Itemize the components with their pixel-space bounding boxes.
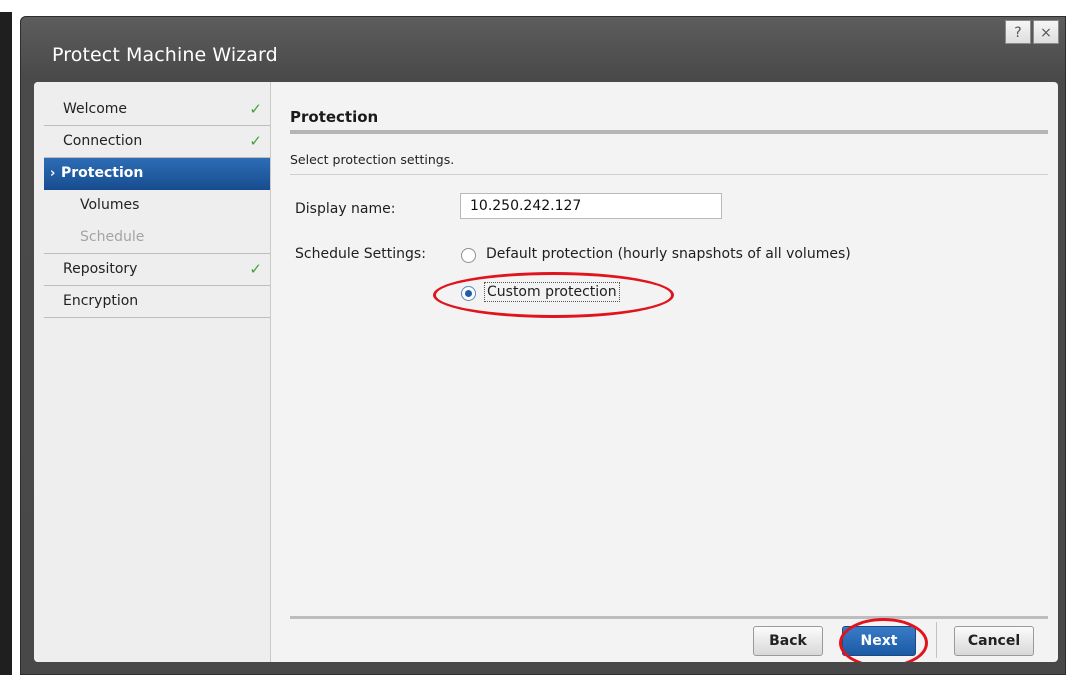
section-title: Protection [290, 108, 379, 126]
step-label: Encryption [63, 293, 139, 309]
step-label: Volumes [80, 197, 140, 213]
wizard-dialog: Protect Machine Wizard ? × Welcome ✓ Con… [20, 16, 1066, 675]
step-label: Schedule [80, 229, 145, 245]
step-connection[interactable]: Connection ✓ [44, 126, 270, 158]
close-button[interactable]: × [1033, 20, 1059, 44]
wizard-steps-sidebar: Welcome ✓ Connection ✓ › Protection Volum… [34, 82, 271, 662]
step-repository[interactable]: Repository ✓ [44, 254, 270, 286]
step-label: Protection [61, 165, 144, 181]
check-icon: ✓ [249, 260, 262, 278]
help-button[interactable]: ? [1005, 20, 1031, 44]
display-name-input[interactable] [460, 193, 722, 219]
background-dark-edge [0, 12, 12, 675]
dialog-title: Protect Machine Wizard [52, 44, 278, 66]
background-edge [0, 0, 12, 675]
step-label: Welcome [63, 101, 128, 117]
step-label: Connection [63, 133, 143, 149]
section-subtitle: Select protection settings. [290, 152, 455, 167]
custom-protection-radio[interactable] [461, 286, 476, 301]
steps-list: Welcome ✓ Connection ✓ › Protection Volum… [44, 94, 270, 318]
check-icon: ✓ [249, 132, 262, 150]
step-label: Repository [63, 261, 138, 277]
step-protection[interactable]: › Protection [44, 158, 270, 190]
step-schedule: Schedule [44, 222, 270, 254]
chevron-right-icon: › [50, 166, 56, 181]
step-content: Protection Select protection settings. D… [270, 82, 1058, 662]
footer-divider [290, 616, 1048, 619]
default-protection-radio[interactable] [461, 248, 476, 263]
schedule-settings-label: Schedule Settings: [295, 246, 426, 262]
next-button[interactable]: Next [842, 626, 916, 656]
display-name-label: Display name: [295, 201, 396, 217]
step-encryption[interactable]: Encryption [44, 286, 270, 318]
default-protection-label[interactable]: Default protection (hourly snapshots of … [486, 246, 851, 262]
step-welcome[interactable]: Welcome ✓ [44, 94, 270, 126]
back-button[interactable]: Back [753, 626, 823, 656]
step-volumes[interactable]: Volumes [44, 190, 270, 222]
cancel-button[interactable]: Cancel [954, 626, 1034, 656]
custom-protection-label[interactable]: Custom protection [484, 282, 620, 302]
title-divider [290, 130, 1048, 134]
button-separator [936, 622, 937, 658]
check-icon: ✓ [249, 100, 262, 118]
subtitle-divider [290, 174, 1048, 175]
wizard-panel: Welcome ✓ Connection ✓ › Protection Volum… [34, 82, 1058, 662]
